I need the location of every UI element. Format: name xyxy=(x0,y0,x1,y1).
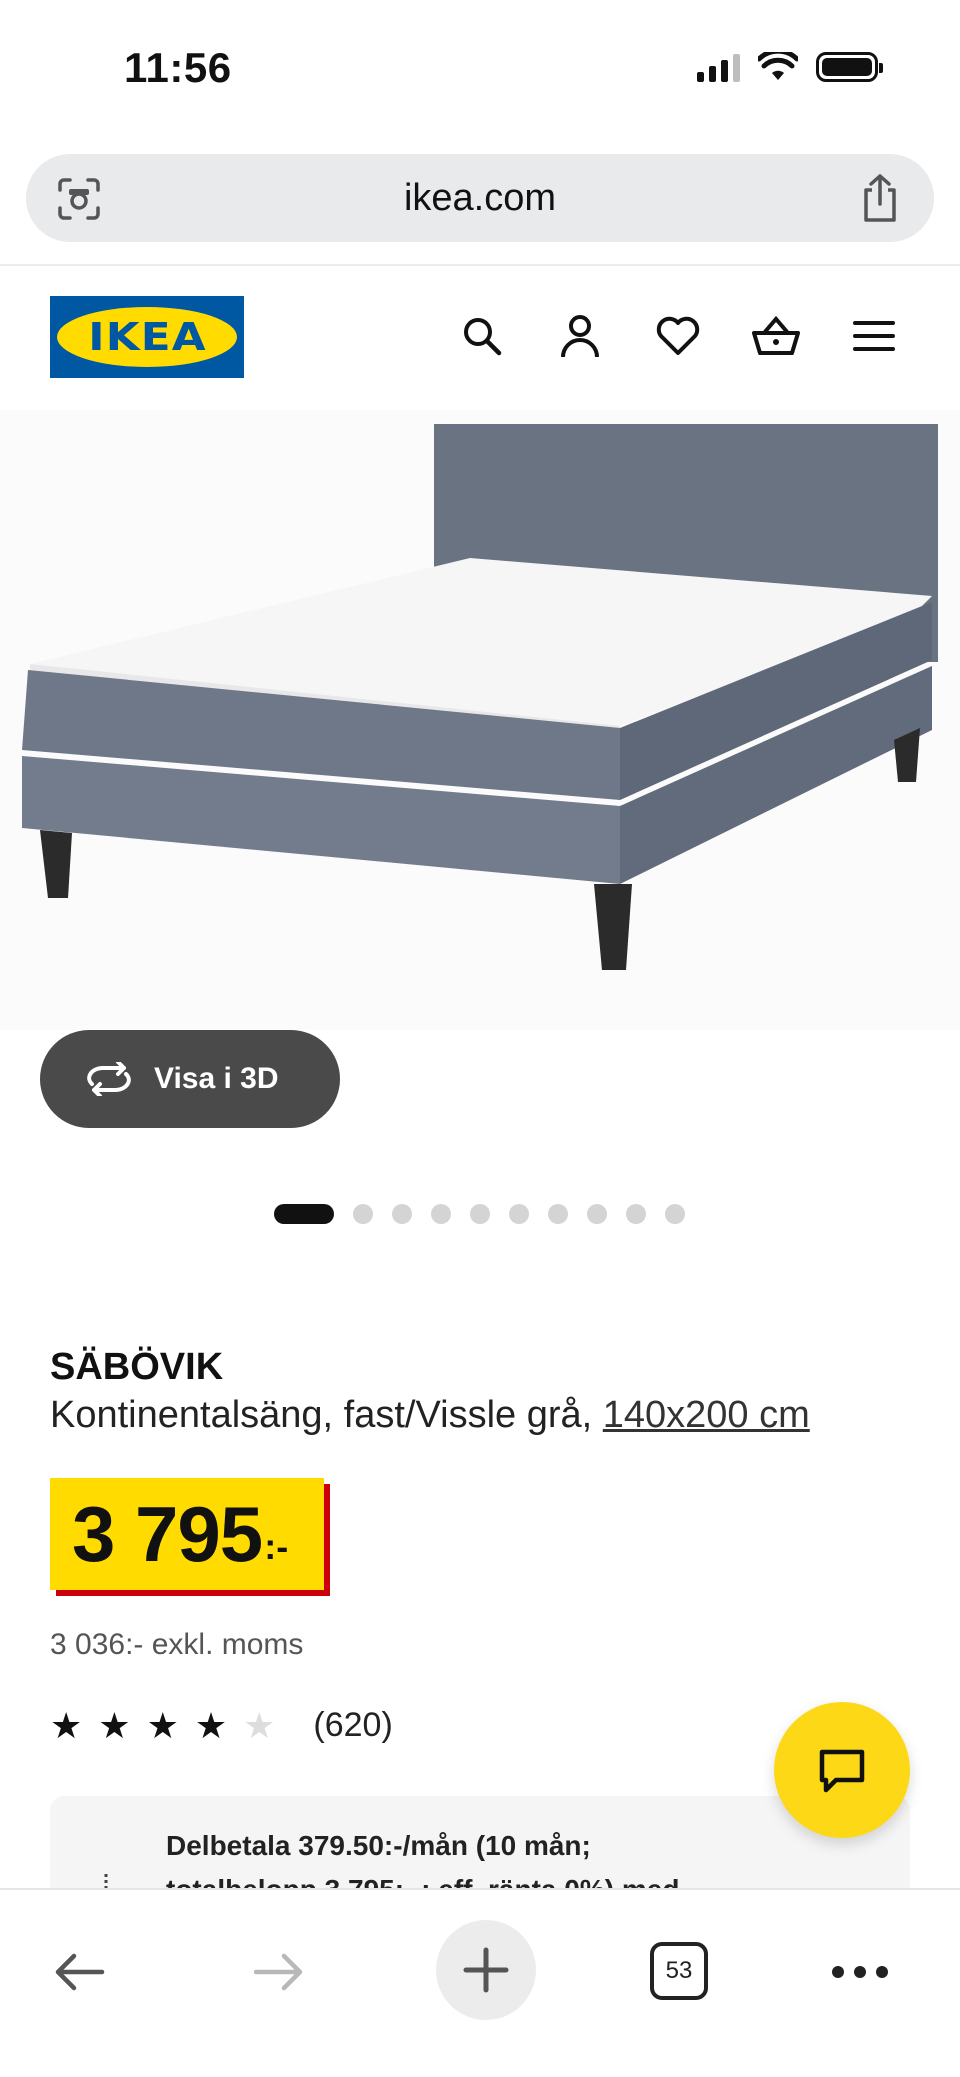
star-icon: ★ xyxy=(194,1704,228,1746)
chat-button[interactable] xyxy=(774,1702,910,1838)
view-in-3d-button[interactable]: Visa i 3D xyxy=(40,1030,340,1128)
status-time: 11:56 xyxy=(124,44,232,91)
status-icons xyxy=(697,52,883,82)
back-arrow-icon[interactable] xyxy=(50,1942,110,2002)
tabs-button[interactable]: 53 xyxy=(650,1942,708,2000)
menu-icon[interactable] xyxy=(848,310,900,362)
product-rating[interactable]: ★ ★ ★ ★ ★ (620) xyxy=(50,1706,393,1745)
basket-icon[interactable] xyxy=(750,310,802,362)
star-icon: ★ xyxy=(146,1704,179,1746)
product-size-link[interactable]: 140x200 cm xyxy=(603,1394,810,1436)
gallery-dot[interactable] xyxy=(470,1204,490,1224)
page-tools-icon[interactable] xyxy=(54,174,104,224)
financing-text: Delbetala 379.50:-/mån (10 mån; totalbel… xyxy=(166,1824,856,1896)
share-icon[interactable] xyxy=(856,172,904,224)
browser-toolbar: 53 xyxy=(0,1888,960,2077)
rotate-3d-icon xyxy=(87,1062,131,1096)
view-in-3d-label: Visa i 3D xyxy=(154,1062,279,1095)
divider xyxy=(0,264,960,266)
url-text: ikea.com xyxy=(403,176,557,219)
logo-text: IKEA xyxy=(87,315,207,359)
gallery-pagination xyxy=(274,1204,685,1224)
bed-illustration xyxy=(22,424,938,970)
product-name: SÄBÖVIK xyxy=(50,1346,224,1388)
star-icon: ★ xyxy=(98,1704,131,1746)
star-empty-icon: ★ xyxy=(243,1704,276,1746)
gallery-dot[interactable] xyxy=(509,1204,529,1224)
gallery-dot[interactable] xyxy=(392,1204,412,1224)
gallery-dot[interactable] xyxy=(353,1204,373,1224)
gallery-dot[interactable] xyxy=(431,1204,451,1224)
product-image[interactable] xyxy=(0,410,960,1030)
ikea-logo[interactable]: IKEA xyxy=(50,296,244,378)
status-bar: 11:56 xyxy=(0,0,960,140)
product-description-text: Kontinentalsäng, fast/Vissle grå, xyxy=(50,1394,593,1436)
gallery-dot[interactable] xyxy=(274,1204,334,1224)
gallery-dot[interactable] xyxy=(665,1204,685,1224)
battery-icon xyxy=(816,52,883,82)
price-tag: 3 795 :- xyxy=(50,1478,324,1590)
new-tab-button[interactable] xyxy=(436,1920,536,2020)
review-count[interactable]: (620) xyxy=(313,1706,392,1745)
financing-line-1: Delbetala 379.50:-/mån (10 mån; xyxy=(166,1830,591,1861)
gallery-dot[interactable] xyxy=(587,1204,607,1224)
address-bar[interactable]: ikea.com xyxy=(26,154,934,242)
logo-oval: IKEA xyxy=(57,307,237,367)
price-suffix: :- xyxy=(264,1526,289,1567)
search-icon[interactable] xyxy=(456,310,508,362)
gallery-dot[interactable] xyxy=(626,1204,646,1224)
wifi-icon xyxy=(758,52,798,80)
financing-banner[interactable]: Delbetala 379.50:-/mån (10 mån; totalbel… xyxy=(50,1796,910,1896)
price-excl-vat: 3 036:- exkl. moms xyxy=(50,1628,304,1661)
price-value: 3 795 xyxy=(72,1489,263,1578)
plus-icon xyxy=(463,1947,509,1993)
more-options-icon[interactable] xyxy=(832,1952,892,1992)
gallery-dot[interactable] xyxy=(548,1204,568,1224)
forward-arrow-icon[interactable] xyxy=(248,1942,308,2002)
chat-bubble-icon xyxy=(819,1749,865,1793)
product-description: Kontinentalsäng, fast/Vissle grå, 140x20… xyxy=(50,1394,810,1437)
heart-icon[interactable] xyxy=(652,310,704,362)
account-icon[interactable] xyxy=(554,310,606,362)
cellular-signal-icon xyxy=(697,52,740,82)
header-nav xyxy=(456,310,900,362)
star-icon: ★ xyxy=(50,1704,83,1746)
